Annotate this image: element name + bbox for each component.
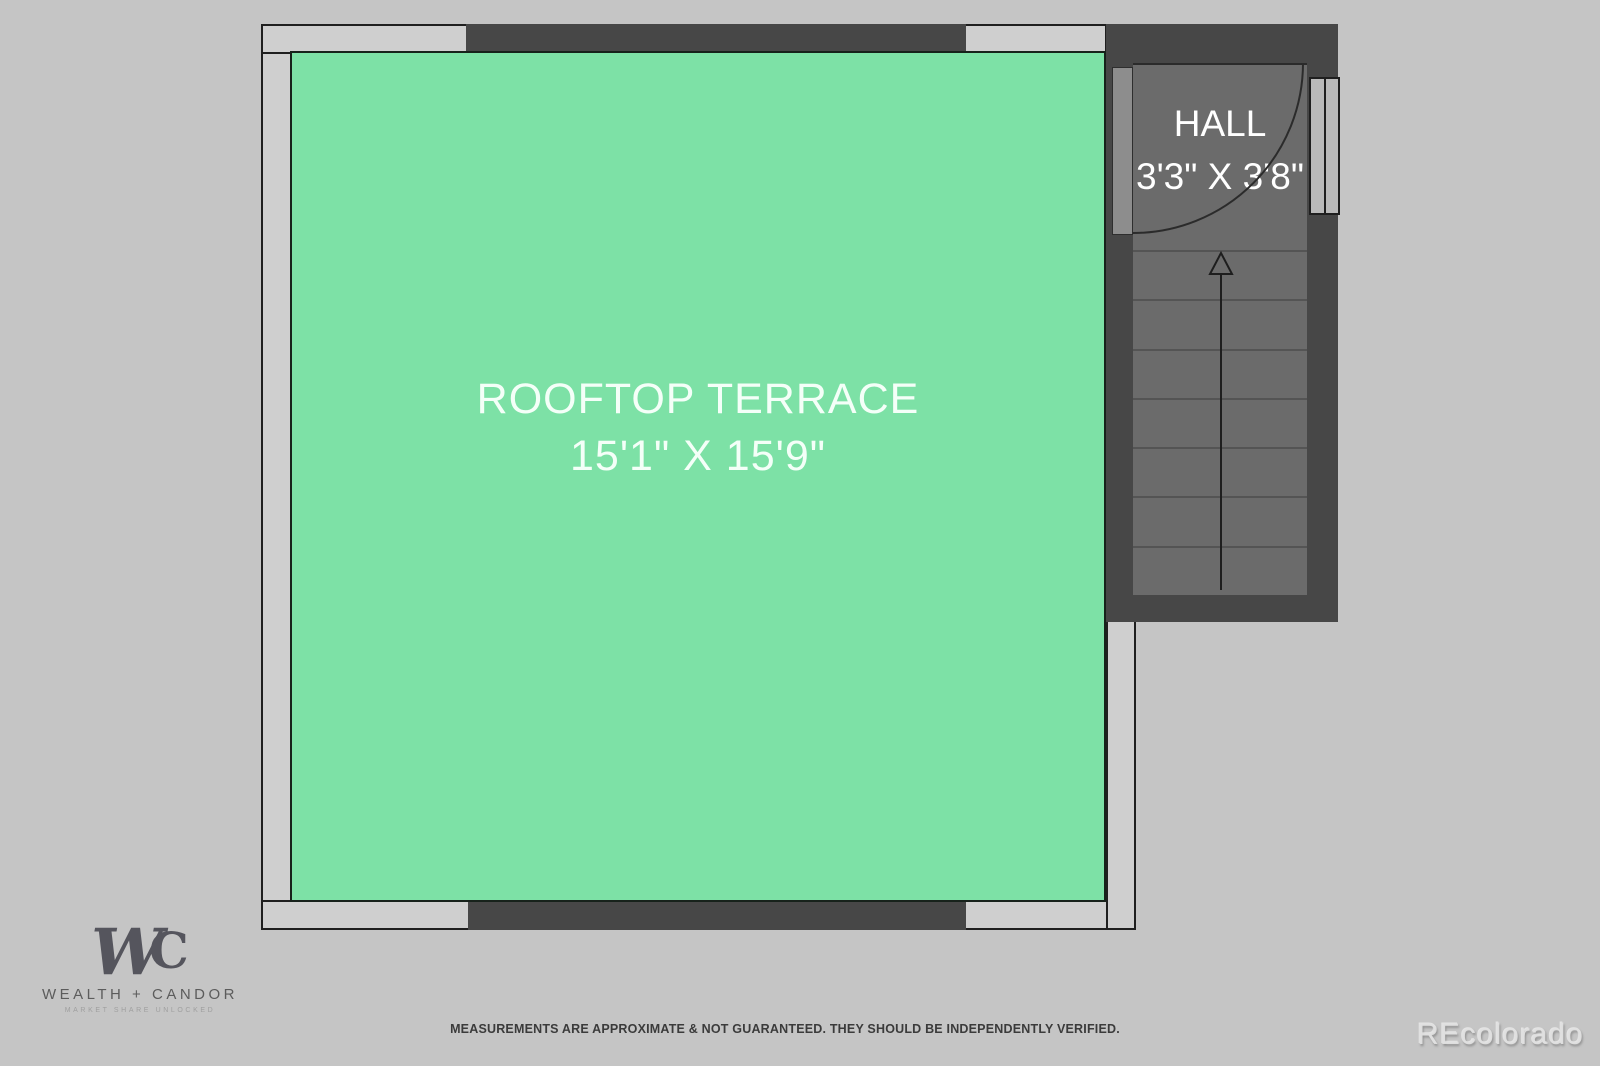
door-leaf bbox=[1112, 67, 1133, 235]
brand-tagline: MARKET SHARE UNLOCKED bbox=[30, 1007, 250, 1014]
brand-name: WEALTH + CANDOR bbox=[30, 986, 250, 1003]
railing-top-right bbox=[964, 24, 1107, 54]
window bbox=[1309, 77, 1340, 215]
terrace-name: ROOFTOP TERRACE bbox=[292, 371, 1104, 428]
door-swing-arc bbox=[1133, 63, 1307, 250]
terrace-dimensions: 15'1" X 15'9" bbox=[292, 428, 1104, 485]
brand-monogram-logo: WC bbox=[30, 918, 250, 984]
railing-top-left bbox=[261, 24, 469, 54]
brand-block: WC WEALTH + CANDOR MARKET SHARE UNLOCKED bbox=[30, 918, 250, 1014]
stairs-up-arrow-icon bbox=[1133, 250, 1307, 595]
floor-plan-page: { "plan": { "title_context": "rooftop le… bbox=[0, 0, 1600, 1066]
railing-bottom-left bbox=[261, 900, 471, 930]
railing-right-lower bbox=[1106, 620, 1136, 930]
measurements-disclaimer: MEASUREMENTS ARE APPROXIMATE & NOT GUARA… bbox=[385, 1022, 1185, 1036]
window-mullion bbox=[1324, 79, 1326, 213]
room-rooftop-terrace: ROOFTOP TERRACE 15'1" X 15'9" bbox=[290, 51, 1106, 902]
recolorado-watermark: REcolorado bbox=[1417, 1018, 1584, 1052]
staircase bbox=[1133, 250, 1307, 595]
monogram-c: C bbox=[149, 921, 189, 980]
railing-left bbox=[261, 24, 292, 930]
wall-top bbox=[466, 24, 966, 54]
room-label-terrace: ROOFTOP TERRACE 15'1" X 15'9" bbox=[292, 371, 1104, 485]
wall-bottom bbox=[468, 900, 966, 930]
hall-stair-block: HALL 3'3" X 3'8" bbox=[1106, 24, 1338, 622]
